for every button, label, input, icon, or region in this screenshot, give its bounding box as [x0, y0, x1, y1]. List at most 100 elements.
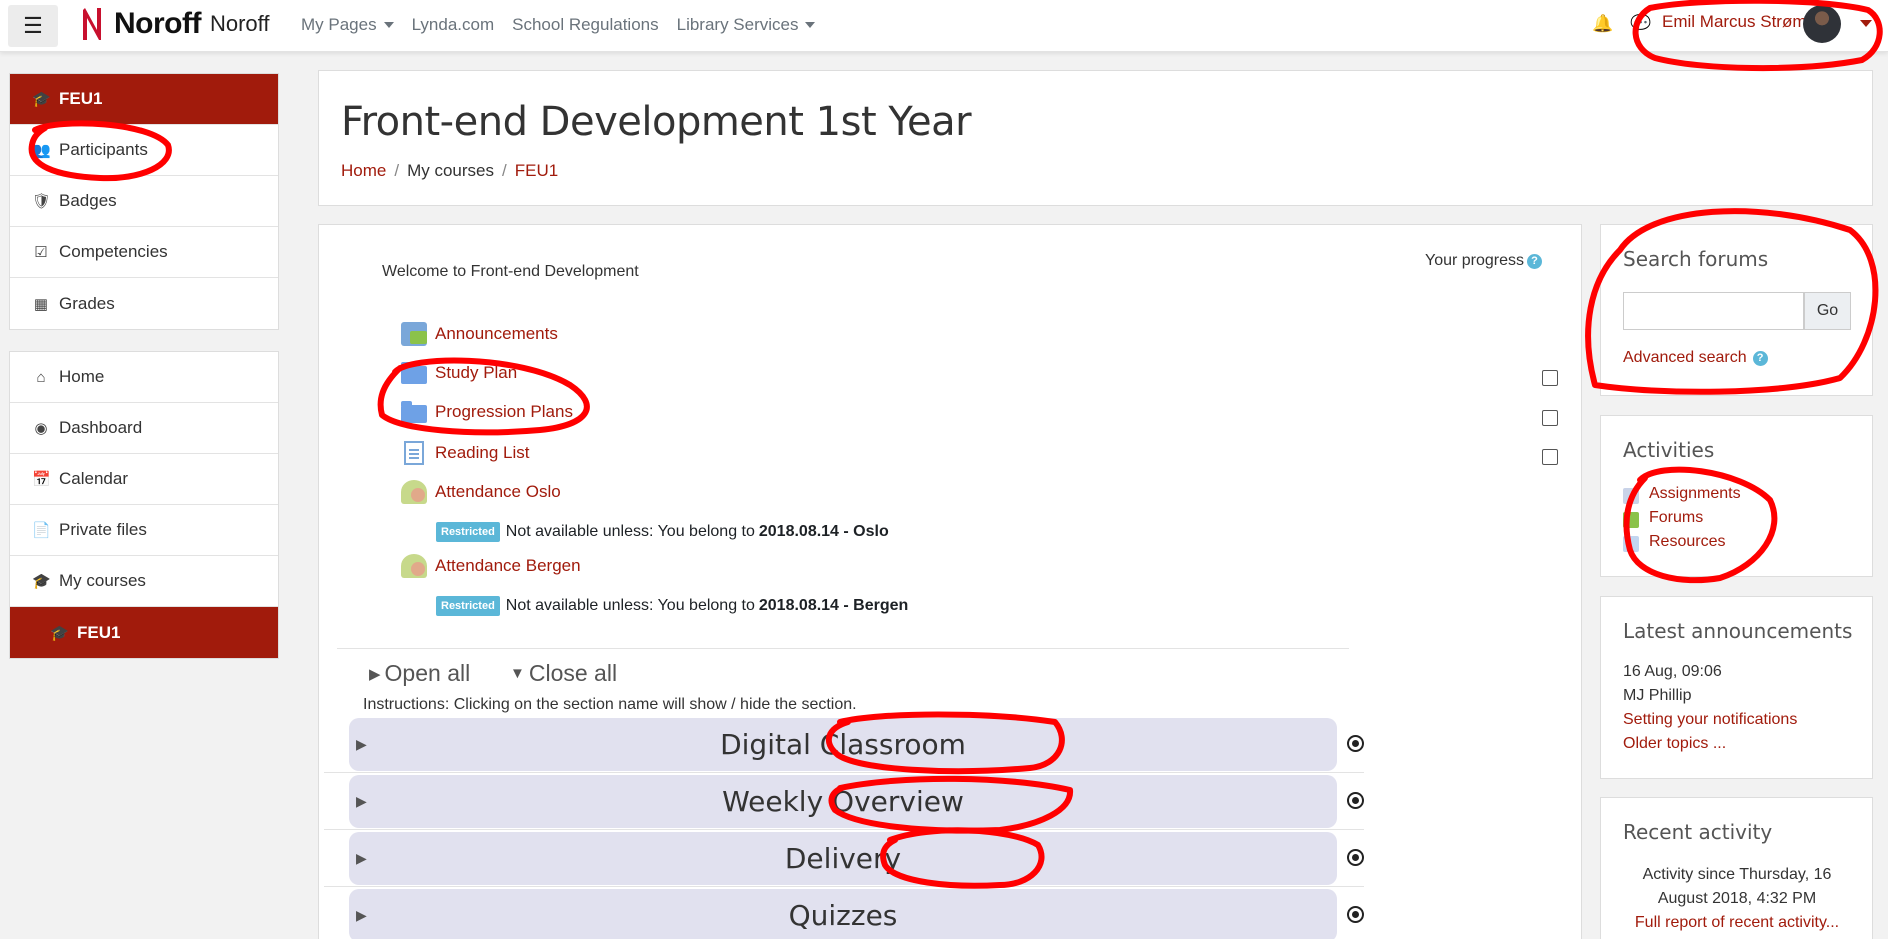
open-all-button[interactable]: ▶ Open all [369, 660, 470, 687]
advanced-search-link[interactable]: Advanced search [1623, 349, 1747, 367]
full-report-link[interactable]: Full report of recent activity... [1601, 911, 1873, 935]
activity-progression-plans[interactable]: Progression Plans [401, 401, 573, 423]
completion-checkbox[interactable] [1542, 449, 1558, 465]
activity-attendance-oslo[interactable]: Attendance Oslo [401, 480, 561, 504]
help-icon[interactable]: ? [1752, 350, 1768, 366]
instructions-text: Instructions: Clicking on the section na… [363, 696, 857, 713]
help-icon[interactable]: ? [1527, 253, 1543, 269]
block-title: Search forums [1623, 247, 1769, 271]
attendance-icon [401, 480, 427, 504]
nav-item-label: Dashboard [59, 418, 143, 437]
restricted-badge: Restricted [436, 522, 500, 542]
section-digital-classroom[interactable]: ▶ Digital Classroom [349, 718, 1337, 771]
restriction-group: 2018.08.14 - Bergen [758, 597, 909, 614]
table-icon: ▦ [33, 295, 49, 313]
activity-link[interactable]: Progression Plans [435, 402, 573, 422]
section-weekly-overview[interactable]: ▶ Weekly Overview [349, 775, 1337, 828]
breadcrumb-feu1[interactable]: FEU1 [515, 161, 558, 180]
section-title: Delivery [784, 842, 902, 875]
chat-icon[interactable]: 💬 [1630, 14, 1651, 34]
nav-link-my-pages[interactable]: My Pages [301, 15, 394, 35]
activity-reading-list[interactable]: Reading List [401, 441, 530, 465]
activity-link[interactable]: Reading List [435, 443, 530, 463]
site-logo[interactable]: Noroff Noroff [80, 2, 270, 46]
course-summary: Welcome to Front-end Development [382, 263, 639, 280]
nav-link-label: Library Services [676, 15, 799, 34]
section-toggle-radio[interactable] [1347, 849, 1364, 866]
folder-icon [401, 362, 427, 384]
block-recent-activity: Recent activity Activity since Thursday,… [1600, 797, 1873, 939]
announcement-date: 16 Aug, 09:06 [1623, 663, 1722, 680]
divider [324, 829, 1364, 830]
breadcrumb-separator: / [502, 161, 507, 180]
nav-item-label: Private files [59, 520, 147, 539]
nav-item-label: Competencies [59, 242, 168, 261]
brand-name: Noroff [114, 7, 201, 40]
restriction-group: 2018.08.14 - Oslo [758, 523, 889, 540]
activity-link-resources[interactable]: Resources [1649, 533, 1725, 551]
user-menu-name[interactable]: Emil Marcus Strøm [1662, 12, 1807, 32]
older-topics-link[interactable]: Older topics ... [1623, 735, 1726, 753]
nav-link-library-services[interactable]: Library Services [677, 15, 816, 35]
close-all-button[interactable]: ▼ Close all [510, 660, 617, 687]
section-title: Digital Classroom [720, 728, 966, 761]
section-toggle-radio[interactable] [1347, 906, 1364, 923]
search-go-button[interactable]: Go [1804, 292, 1851, 330]
nav-item-label: My courses [59, 571, 146, 590]
breadcrumb-home[interactable]: Home [341, 161, 386, 180]
nav-item-dashboard[interactable]: ◉ Dashboard [10, 403, 278, 454]
site-navigation: ⌂ Home ◉ Dashboard 📅 Calendar 📄 Private file… [9, 351, 279, 659]
bell-icon[interactable]: 🔔 [1592, 14, 1613, 34]
resource-icon [1623, 536, 1639, 552]
announcement-link[interactable]: Setting your notifications [1623, 711, 1797, 729]
folder-icon [401, 401, 427, 423]
activity-link-forums[interactable]: Forums [1649, 509, 1703, 527]
nav-item-calendar[interactable]: 📅 Calendar [10, 454, 278, 505]
nav-item-feu1[interactable]: 🎓 FEU1 [10, 74, 278, 125]
users-icon: 👥 [32, 142, 51, 159]
activity-link[interactable]: Attendance Oslo [435, 482, 561, 502]
section-delivery[interactable]: ▶ Delivery [349, 832, 1337, 885]
restriction-oslo: Restricted Not available unless: You belo… [436, 522, 889, 542]
nav-link-lynda[interactable]: Lynda.com [412, 15, 495, 35]
section-quizzes[interactable]: ▶ Quizzes [349, 889, 1337, 939]
nav-item-participants[interactable]: 👥 Participants [10, 125, 278, 176]
completion-checkbox[interactable] [1542, 370, 1558, 386]
nav-links: My Pages Lynda.com School Regulations Li… [301, 15, 833, 35]
activity-link[interactable]: Study Plan [435, 363, 517, 383]
avatar[interactable] [1803, 5, 1841, 43]
block-title: Activities [1623, 438, 1715, 462]
section-toggle-radio[interactable] [1347, 735, 1364, 752]
nav-item-home[interactable]: ⌂ Home [10, 352, 278, 403]
activity-link[interactable]: Announcements [435, 324, 558, 344]
activity-link-assignments[interactable]: Assignments [1649, 485, 1741, 503]
chevron-down-icon[interactable] [1860, 20, 1872, 27]
nav-item-competencies[interactable]: ☑ Competencies [10, 227, 278, 278]
triangle-right-icon: ▶ [356, 907, 367, 924]
chevron-down-icon [805, 22, 816, 28]
graduation-cap-icon: 🎓 [32, 91, 51, 108]
nav-item-private-files[interactable]: 📄 Private files [10, 505, 278, 556]
nav-link-label: School Regulations [512, 15, 659, 34]
hamburger-icon[interactable]: ☰ [8, 5, 58, 47]
nav-link-school-regulations[interactable]: School Regulations [512, 15, 658, 35]
block-search-forums: Search forums Go Advanced search? [1600, 224, 1873, 396]
activity-announcements[interactable]: Announcements [401, 322, 558, 346]
nav-item-badges[interactable]: 🛡 Badges [10, 176, 278, 227]
nav-item-my-courses[interactable]: 🎓 My courses [10, 556, 278, 607]
breadcrumb-my-courses[interactable]: My courses [407, 161, 494, 180]
activity-link[interactable]: Attendance Bergen [435, 556, 581, 576]
section-title: Quizzes [788, 899, 898, 932]
completion-checkbox[interactable] [1542, 410, 1558, 426]
section-toggle-radio[interactable] [1347, 792, 1364, 809]
home-icon: ⌂ [36, 368, 46, 386]
close-all-label: Close all [528, 660, 618, 686]
divider [324, 772, 1364, 773]
search-forums-input[interactable] [1623, 292, 1804, 330]
activity-attendance-bergen[interactable]: Attendance Bergen [401, 554, 581, 578]
forum-icon [401, 322, 427, 346]
nav-item-grades[interactable]: ▦ Grades [10, 278, 278, 329]
nav-item-feu1-course[interactable]: 🎓 FEU1 [10, 607, 278, 658]
activity-study-plan[interactable]: Study Plan [401, 362, 517, 384]
attendance-icon [401, 554, 427, 578]
